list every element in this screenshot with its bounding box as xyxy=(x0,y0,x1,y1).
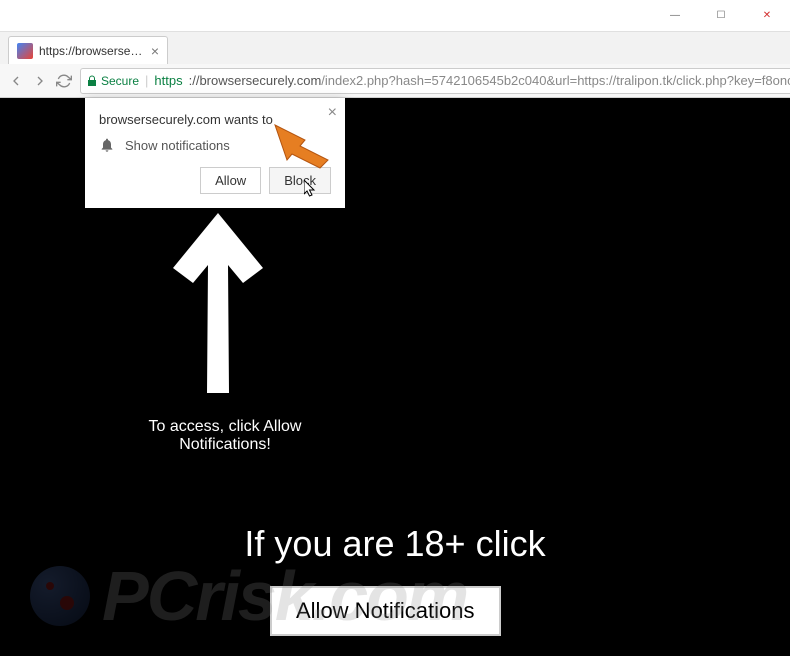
lock-icon: Secure xyxy=(87,74,139,88)
secure-label: Secure xyxy=(101,74,139,88)
url-host: ://browsersecurely.com/index2.php?hash=5… xyxy=(189,73,790,88)
reload-button[interactable] xyxy=(56,69,72,93)
white-up-arrow-icon xyxy=(168,213,268,393)
access-instruction-text: To access, click Allow Notifications! xyxy=(125,418,325,454)
watermark-logo-icon xyxy=(30,566,90,626)
url-protocol: https xyxy=(154,73,182,88)
bell-icon xyxy=(99,137,115,153)
orange-pointer-arrow-icon xyxy=(270,120,330,170)
address-bar: Secure | https://browsersecurely.com/ind… xyxy=(0,64,790,98)
tab-bar: https://browsersecurely.c × xyxy=(0,32,790,64)
popup-buttons: Allow Block xyxy=(99,167,331,194)
back-button[interactable] xyxy=(8,69,24,93)
forward-button[interactable] xyxy=(32,69,48,93)
url-input[interactable]: Secure | https://browsersecurely.com/ind… xyxy=(80,68,790,94)
tab-title: https://browsersecurely.c xyxy=(39,44,145,58)
tab-favicon-icon xyxy=(17,43,33,59)
page-content: × browsersecurely.com wants to Show noti… xyxy=(0,98,790,656)
allow-notifications-button[interactable]: Allow Notifications xyxy=(270,586,501,636)
allow-button[interactable]: Allow xyxy=(200,167,261,194)
maximize-button[interactable]: ☐ xyxy=(698,0,744,32)
block-button[interactable]: Block xyxy=(269,167,331,194)
minimize-button[interactable]: — xyxy=(652,0,698,32)
age-gate-headline: If you are 18+ click xyxy=(0,523,790,565)
mouse-cursor-icon xyxy=(304,180,318,203)
popup-body-text: Show notifications xyxy=(125,138,230,153)
tab-close-icon[interactable]: × xyxy=(151,43,159,59)
close-window-button[interactable]: ✕ xyxy=(744,0,790,32)
browser-tab[interactable]: https://browsersecurely.c × xyxy=(8,36,168,64)
window-titlebar: — ☐ ✕ xyxy=(0,0,790,32)
